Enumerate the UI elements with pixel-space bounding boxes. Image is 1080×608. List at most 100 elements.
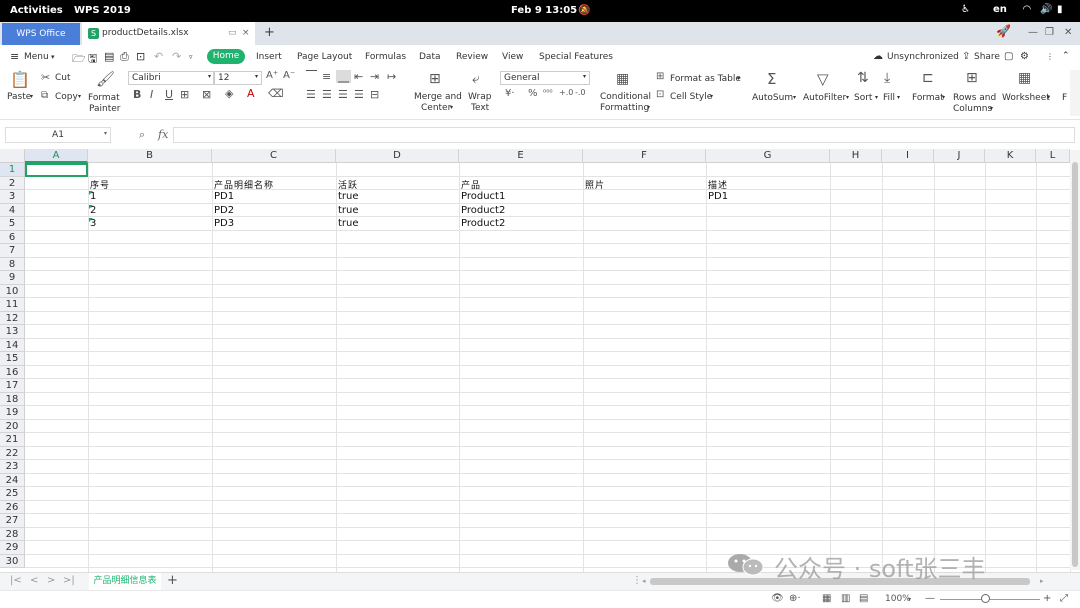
font-name-dropdown-icon[interactable]: ▾ — [208, 73, 211, 80]
clear-format-icon[interactable]: ⌫ — [268, 87, 284, 100]
select-all-corner[interactable] — [0, 149, 25, 163]
row-header-12[interactable]: 12 — [0, 311, 25, 325]
zoom-in-button[interactable]: + — [1043, 593, 1051, 604]
header-cell-g[interactable]: 描述 — [708, 178, 728, 191]
column-header-g[interactable]: G — [706, 149, 830, 163]
row-header-10[interactable]: 10 — [0, 284, 25, 298]
merge-center-icon[interactable]: ⊞ — [429, 71, 441, 87]
paste-button[interactable]: Paste — [7, 92, 31, 102]
row-header-17[interactable]: 17 — [0, 379, 25, 393]
menu-special-features-tab[interactable]: Special Features — [539, 52, 613, 62]
cut-icon[interactable]: ✂ — [41, 71, 50, 84]
autofilter-button[interactable]: AutoFilter — [803, 93, 846, 103]
comment-icon[interactable]: ▢ — [1004, 51, 1013, 62]
conditional-formatting-icon[interactable]: ▦ — [616, 71, 629, 87]
row-header-9[interactable]: 9 — [0, 271, 25, 285]
input-method-icon[interactable]: ⊕· — [789, 593, 801, 604]
scroll-left-icon[interactable]: ◂ — [642, 577, 646, 585]
wifi-icon[interactable]: ◠ — [1023, 4, 1031, 15]
increase-decimal-icon[interactable]: +.0 — [559, 88, 573, 97]
fill-color-icon[interactable]: ◈ — [225, 87, 233, 100]
column-header-l[interactable]: L — [1036, 149, 1070, 163]
fill-button[interactable]: Fill — [883, 93, 895, 103]
font-color-icon[interactable]: A — [247, 87, 255, 100]
menu-data-tab[interactable]: Data — [419, 52, 441, 62]
more-dots-icon[interactable]: ⋮ — [1046, 52, 1054, 61]
increase-font-icon[interactable]: A⁺ — [266, 70, 278, 81]
data-cell-e5[interactable]: Product2 — [461, 218, 505, 229]
align-center-icon[interactable]: ☰ — [322, 88, 332, 101]
format-as-table-icon[interactable]: ⊞ — [656, 71, 664, 82]
align-right-icon[interactable]: ☰ — [338, 88, 348, 101]
row-header-21[interactable]: 21 — [0, 433, 25, 447]
spreadsheet-grid[interactable]: A B C D E F G H I J K L 1 2 3 4 5 6 7 8 9 10 11 12 13 14 15 16 17 18 1… — [0, 149, 1080, 572]
number-format-dropdown-icon[interactable]: ▾ — [583, 73, 586, 80]
row-header-6[interactable]: 6 — [0, 230, 25, 244]
header-cell-b[interactable]: 序号 — [90, 178, 110, 191]
row-header-16[interactable]: 16 — [0, 365, 25, 379]
decrease-font-icon[interactable]: A⁻ — [283, 70, 295, 81]
column-header-h[interactable]: H — [830, 149, 882, 163]
row-header-7[interactable]: 7 — [0, 244, 25, 258]
hamburger-icon[interactable]: ≡ — [10, 50, 19, 63]
zoom-dropdown-icon[interactable]: ▾ — [908, 596, 911, 603]
fill-icon[interactable]: ⤓ — [884, 70, 890, 86]
autosum-icon[interactable]: Σ — [767, 70, 776, 88]
settings-gear-icon[interactable]: ⚙ — [1020, 51, 1029, 62]
clock[interactable]: Feb 9 13:05 — [511, 5, 577, 16]
wrap-text-label-1[interactable]: Wrap — [468, 92, 491, 102]
volume-icon[interactable]: 🔊 — [1040, 4, 1052, 15]
ribbon-overflow-label[interactable]: F — [1062, 93, 1067, 103]
first-sheet-icon[interactable]: |< — [10, 575, 22, 586]
align-bottom-icon[interactable]: ⎽ — [338, 70, 349, 84]
decrease-decimal-icon[interactable]: -.0 — [575, 88, 586, 97]
borders-icon[interactable]: ⊞ — [180, 88, 189, 101]
row-header-2[interactable]: 2 — [0, 176, 25, 190]
row-header-3[interactable]: 3 — [0, 190, 25, 204]
row-header-25[interactable]: 25 — [0, 487, 25, 501]
sort-icon[interactable]: ⇅ — [857, 70, 869, 86]
data-cell-d4[interactable]: true — [338, 205, 359, 216]
hscroll-split-icon[interactable]: ⋮ — [632, 575, 642, 586]
merge-dropdown-icon[interactable]: ▾ — [450, 104, 453, 111]
header-cell-e[interactable]: 产品 — [461, 178, 481, 191]
menu-dropdown-icon[interactable]: ▾ — [51, 53, 55, 61]
row-header-24[interactable]: 24 — [0, 473, 25, 487]
zoom-level[interactable]: 100% — [885, 594, 911, 604]
data-cell-e3[interactable]: Product1 — [461, 191, 505, 202]
comma-style-icon[interactable]: ⁰⁰⁰ — [543, 88, 553, 97]
row-header-13[interactable]: 13 — [0, 325, 25, 339]
copy-button[interactable]: Copy — [55, 92, 78, 102]
tab-window-icon[interactable]: ▭ — [228, 22, 237, 45]
align-left-icon[interactable]: ☰ — [306, 88, 316, 101]
row-header-15[interactable]: 15 — [0, 352, 25, 366]
column-header-f[interactable]: F — [583, 149, 706, 163]
data-cell-c4[interactable]: PD2 — [214, 205, 234, 216]
data-cell-d5[interactable]: true — [338, 218, 359, 229]
format-painter-icon[interactable]: 🖌 — [96, 70, 115, 88]
bold-button[interactable]: B — [133, 88, 141, 101]
column-header-e[interactable]: E — [459, 149, 583, 163]
normal-view-icon[interactable]: ▦ — [822, 593, 831, 604]
menu-formulas-tab[interactable]: Formulas — [365, 52, 406, 62]
eye-protection-icon[interactable]: 👁 — [771, 593, 784, 604]
cell-style-icon[interactable]: ⊡ — [656, 89, 664, 100]
collapse-ribbon-icon[interactable]: ⌃ — [1062, 51, 1070, 61]
currency-icon[interactable]: ¥· — [505, 88, 515, 99]
conditional-formatting-label-1[interactable]: Conditional — [600, 92, 651, 102]
add-sheet-button[interactable]: + — [167, 573, 178, 588]
cut-button[interactable]: Cut — [55, 73, 71, 83]
menu-insert-tab[interactable]: Insert — [256, 52, 282, 62]
data-cell-c5[interactable]: PD3 — [214, 218, 234, 229]
data-cell-c3[interactable]: PD1 — [214, 191, 234, 202]
header-cell-f[interactable]: 照片 — [585, 178, 605, 191]
percent-icon[interactable]: % — [528, 88, 538, 99]
unsynchronized-status[interactable]: Unsynchronized — [887, 52, 959, 62]
column-header-k[interactable]: K — [985, 149, 1036, 163]
row-header-18[interactable]: 18 — [0, 392, 25, 406]
justify-icon[interactable]: ☰ — [354, 88, 364, 101]
row-header-23[interactable]: 23 — [0, 460, 25, 474]
language-indicator[interactable]: en — [993, 4, 1007, 15]
text-direction-icon[interactable]: ↦ — [387, 70, 396, 83]
new-tab-button[interactable]: + — [264, 25, 275, 40]
